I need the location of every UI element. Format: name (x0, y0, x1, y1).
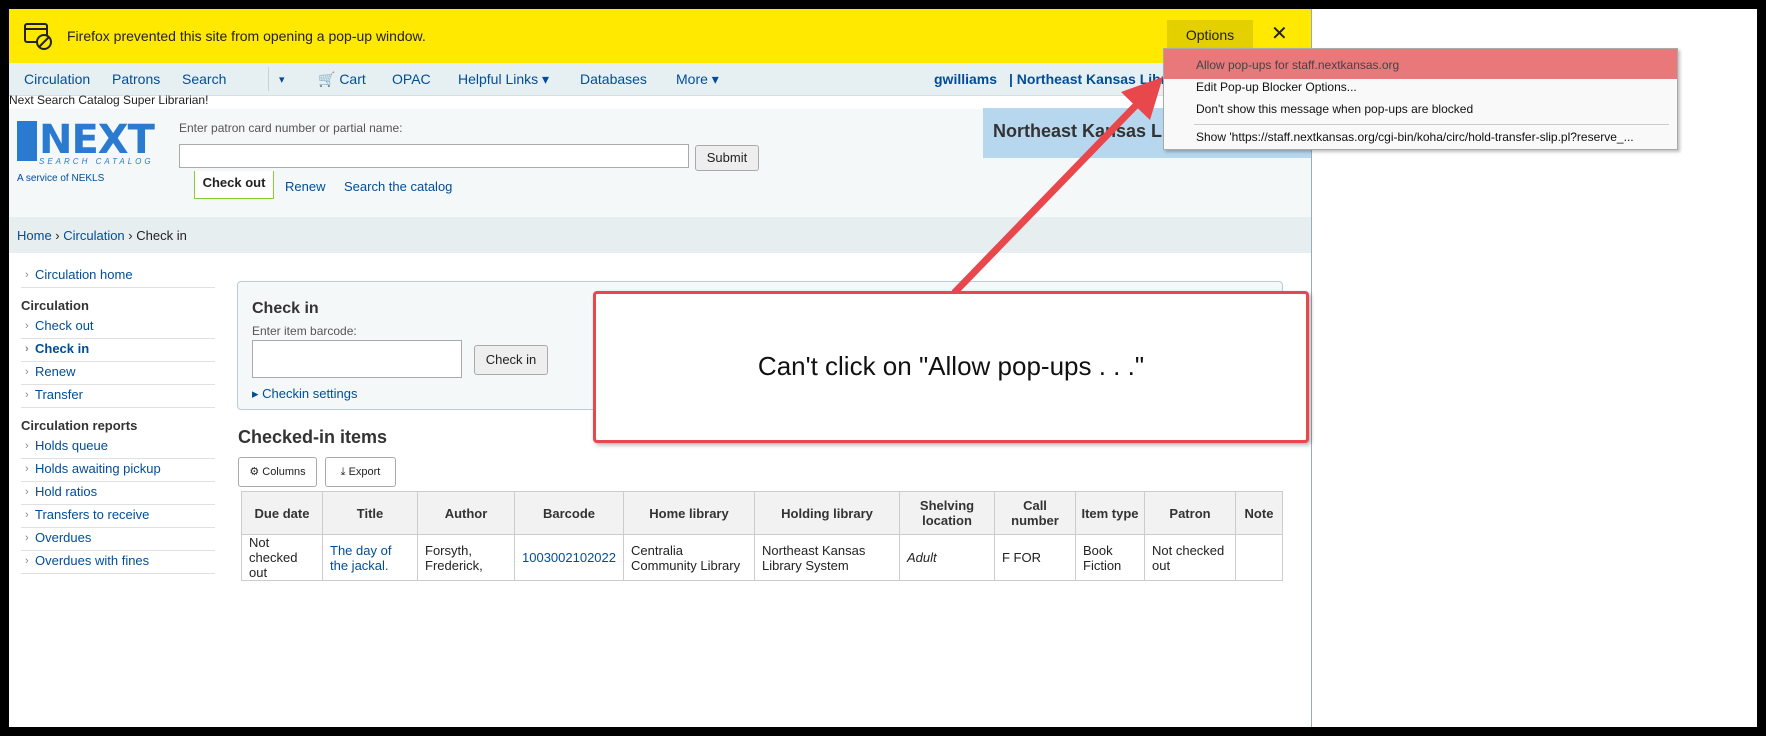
annotation-text: Can't click on "Allow pop-ups . . ." (757, 351, 1145, 381)
annotation-callout: Can't click on "Allow pop-ups . . ." (593, 291, 1309, 443)
